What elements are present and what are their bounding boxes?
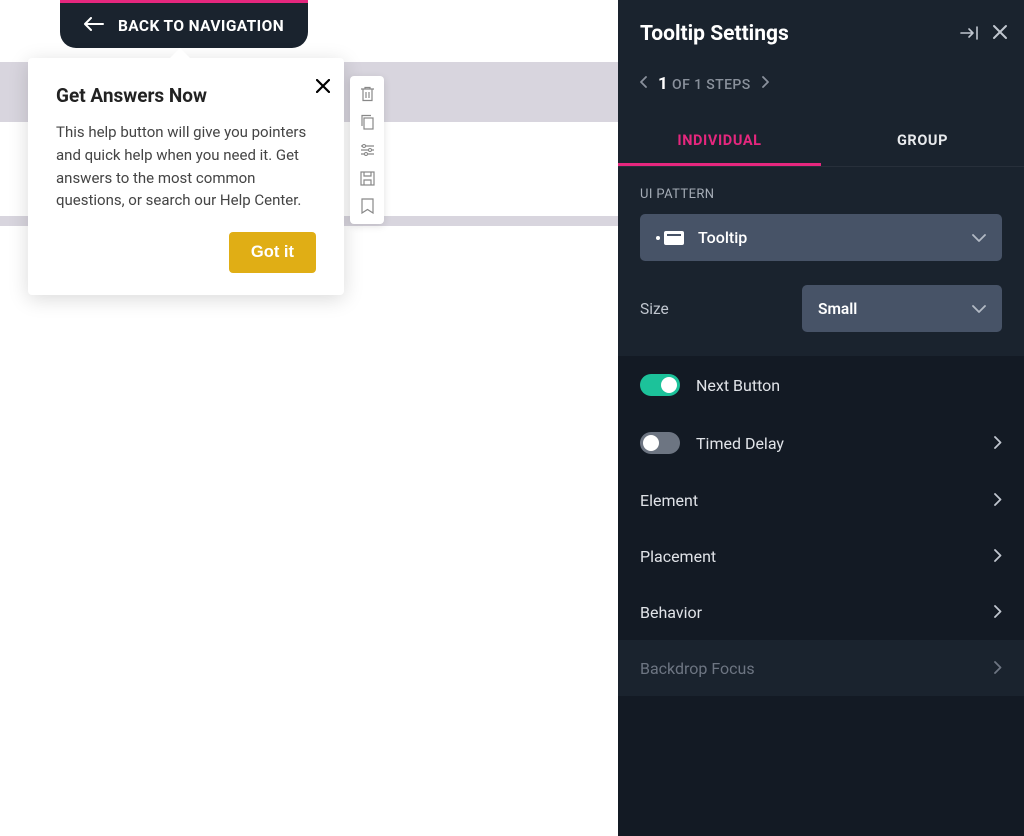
behavior-label: Behavior: [640, 603, 978, 622]
tab-group[interactable]: GROUP: [821, 118, 1024, 166]
ui-pattern-label: UI PATTERN: [618, 167, 1024, 214]
back-nav-label: BACK TO NAVIGATION: [118, 17, 284, 35]
size-value: Small: [818, 300, 857, 318]
timed-delay-toggle[interactable]: [640, 432, 680, 454]
editor-canvas: BACK TO NAVIGATION Get Answers Now This …: [0, 0, 618, 836]
chevron-down-icon: [972, 228, 986, 247]
step-next-button[interactable]: [761, 76, 769, 92]
next-button-option[interactable]: Next Button: [618, 356, 1024, 414]
chevron-right-icon: [994, 434, 1002, 453]
next-button-toggle[interactable]: [640, 374, 680, 396]
backdrop-focus-option[interactable]: Backdrop Focus: [618, 640, 1024, 696]
tooltip-title[interactable]: Get Answers Now: [56, 84, 316, 107]
size-label: Size: [640, 300, 669, 318]
next-button-label: Next Button: [696, 376, 1002, 395]
size-select[interactable]: Small: [802, 285, 1002, 332]
chevron-right-icon: [994, 547, 1002, 566]
copy-icon[interactable]: [355, 110, 379, 134]
step-total: OF 1 STEPS: [672, 77, 751, 93]
backdrop-focus-label: Backdrop Focus: [640, 659, 978, 678]
step-navigator: 1 OF 1 STEPS: [618, 46, 1024, 94]
tab-individual[interactable]: INDIVIDUAL: [618, 118, 821, 166]
settings-panel: Tooltip Settings 1 OF 1 STEPS INDIVIDUAL…: [618, 0, 1024, 836]
arrow-left-icon: [84, 15, 104, 36]
timed-delay-option[interactable]: Timed Delay: [618, 414, 1024, 472]
save-icon[interactable]: [355, 166, 379, 190]
placement-option[interactable]: Placement: [618, 528, 1024, 584]
chevron-right-icon: [994, 659, 1002, 678]
settings-tabs: INDIVIDUAL GROUP: [618, 118, 1024, 167]
element-option[interactable]: Element: [618, 472, 1024, 528]
tooltip-pattern-icon: [656, 231, 684, 245]
timed-delay-label: Timed Delay: [696, 434, 978, 453]
trash-icon[interactable]: [355, 82, 379, 106]
chevron-down-icon: [972, 299, 986, 318]
tooltip-action-toolbar: [350, 76, 384, 224]
step-current: 1: [658, 74, 668, 94]
collapse-icon[interactable]: [960, 25, 978, 44]
behavior-option[interactable]: Behavior: [618, 584, 1024, 640]
tooltip-body[interactable]: This help button will give you pointers …: [56, 121, 316, 212]
step-prev-button[interactable]: [640, 76, 648, 92]
bookmark-icon[interactable]: [355, 194, 379, 218]
chevron-right-icon: [994, 603, 1002, 622]
tooltip-preview: Get Answers Now This help button will gi…: [28, 58, 344, 295]
back-to-navigation-button[interactable]: BACK TO NAVIGATION: [60, 0, 308, 48]
element-label: Element: [640, 491, 978, 510]
tooltip-close-button[interactable]: [316, 76, 330, 96]
sliders-icon[interactable]: [355, 138, 379, 162]
close-icon[interactable]: [992, 24, 1008, 44]
chevron-right-icon: [994, 491, 1002, 510]
ui-pattern-select[interactable]: Tooltip: [640, 214, 1002, 261]
panel-title: Tooltip Settings: [640, 22, 789, 46]
tooltip-got-it-button[interactable]: Got it: [229, 232, 316, 273]
placement-label: Placement: [640, 547, 978, 566]
ui-pattern-value: Tooltip: [698, 228, 747, 247]
